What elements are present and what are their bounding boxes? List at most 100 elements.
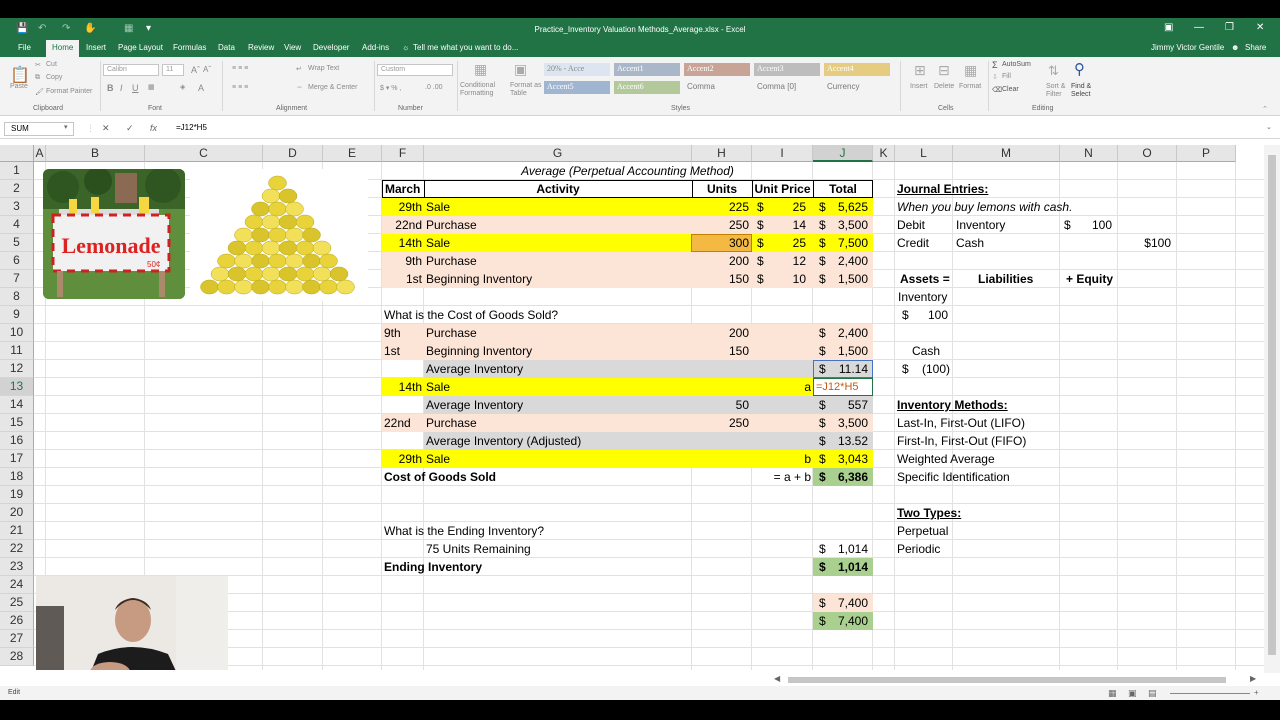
row-header-18[interactable]: 18 bbox=[0, 468, 34, 486]
row-header-10[interactable]: 10 bbox=[0, 324, 34, 342]
row-header-21[interactable]: 21 bbox=[0, 522, 34, 540]
scroll-right-icon[interactable]: ▶ bbox=[1250, 674, 1256, 683]
row-header-11[interactable]: 11 bbox=[0, 342, 34, 360]
column-header-j[interactable]: J bbox=[813, 145, 873, 162]
wrap-text-button[interactable]: Wrap Text bbox=[308, 65, 339, 72]
delete-cells-button[interactable]: Delete bbox=[934, 83, 954, 90]
shrink-font-icon[interactable]: Aˇ bbox=[203, 65, 211, 74]
column-header-c[interactable]: C bbox=[145, 145, 263, 162]
format-as-table-button[interactable]: Format as Table bbox=[510, 82, 542, 98]
delete-cells-icon[interactable]: ⊟ bbox=[938, 62, 950, 79]
column-header-h[interactable]: H bbox=[692, 145, 752, 162]
column-header-f[interactable]: F bbox=[382, 145, 424, 162]
style-20-accent[interactable]: 20% - Acce bbox=[544, 63, 610, 76]
autosum-button[interactable]: AutoSum bbox=[1002, 61, 1031, 68]
tab-insert[interactable]: Insert bbox=[86, 43, 106, 52]
row-header-8[interactable]: 8 bbox=[0, 288, 34, 306]
user-name[interactable]: Jimmy Victor Gentile bbox=[1151, 43, 1224, 52]
row-header-14[interactable]: 14 bbox=[0, 396, 34, 414]
enter-icon[interactable]: ✓ bbox=[126, 123, 134, 134]
sort-filter-button[interactable]: Sort & Filter bbox=[1046, 83, 1068, 99]
column-header-e[interactable]: E bbox=[323, 145, 382, 162]
horizontal-scroll-thumb[interactable] bbox=[788, 677, 1226, 683]
row-header-19[interactable]: 19 bbox=[0, 486, 34, 504]
tab-developer[interactable]: Developer bbox=[313, 43, 349, 52]
style-accent1[interactable]: Accent1 bbox=[614, 63, 680, 76]
tab-formulas[interactable]: Formulas bbox=[173, 43, 206, 52]
tab-data[interactable]: Data bbox=[218, 43, 235, 52]
page-layout-view-icon[interactable]: ▣ bbox=[1128, 688, 1137, 699]
left-align-icon[interactable]: ≡≡≡ bbox=[232, 84, 250, 91]
format-as-table-icon[interactable]: ▣ bbox=[514, 61, 527, 78]
borders-icon[interactable]: ▦ bbox=[148, 83, 155, 91]
row-header-2[interactable]: 2 bbox=[0, 180, 34, 198]
collapse-ribbon-icon[interactable]: ⌃ bbox=[1262, 105, 1268, 113]
row-header-9[interactable]: 9 bbox=[0, 306, 34, 324]
fill-icon[interactable]: ⇩ bbox=[992, 73, 998, 81]
row-header-1[interactable]: 1 bbox=[0, 162, 34, 180]
row-header-24[interactable]: 24 bbox=[0, 576, 34, 594]
row-header-3[interactable]: 3 bbox=[0, 198, 34, 216]
column-header-m[interactable]: M bbox=[953, 145, 1060, 162]
style-accent5[interactable]: Accent5 bbox=[544, 81, 610, 94]
fill-color-icon[interactable]: ◈ bbox=[180, 83, 185, 91]
formula-input[interactable]: =J12*H5 bbox=[176, 123, 207, 132]
cut-button[interactable]: Cut bbox=[46, 61, 57, 68]
format-cells-button[interactable]: Format bbox=[959, 83, 981, 90]
horizontal-scrollbar[interactable]: ◀ ▶ bbox=[770, 674, 1264, 686]
font-size-box[interactable]: 11 bbox=[162, 64, 184, 76]
grow-font-icon[interactable]: Aˆ bbox=[191, 65, 200, 75]
row-header-16[interactable]: 16 bbox=[0, 432, 34, 450]
style-currency[interactable]: Currency bbox=[824, 81, 890, 94]
zoom-slider[interactable] bbox=[1170, 693, 1250, 694]
fill-button[interactable]: Fill bbox=[1002, 73, 1011, 80]
worksheet-grid[interactable]: ABCDEFGHIJKLMNOP 1 2 3 4 5 6 7 8 9 10 11 12 13 14 15 16… bbox=[0, 145, 1264, 670]
underline-button[interactable]: U bbox=[132, 83, 139, 93]
top-align-icon[interactable]: ≡≡≡ bbox=[232, 65, 250, 72]
copy-button[interactable]: Copy bbox=[46, 74, 62, 81]
expand-formula-bar-icon[interactable]: ⌄ bbox=[1266, 123, 1272, 131]
italic-button[interactable]: I bbox=[120, 83, 123, 93]
row-header-22[interactable]: 22 bbox=[0, 540, 34, 558]
row-header-13[interactable]: 13 bbox=[0, 378, 34, 396]
row-header-20[interactable]: 20 bbox=[0, 504, 34, 522]
style-accent3[interactable]: Accent3 bbox=[754, 63, 820, 76]
maximize-icon[interactable]: ❐ bbox=[1225, 22, 1234, 33]
row-header-6[interactable]: 6 bbox=[0, 252, 34, 270]
column-header-l[interactable]: L bbox=[895, 145, 953, 162]
wrap-text-icon[interactable]: ↵ bbox=[296, 65, 302, 73]
style-comma[interactable]: Comma bbox=[684, 81, 750, 94]
style-accent6[interactable]: Accent6 bbox=[614, 81, 680, 94]
close-icon[interactable]: ✕ bbox=[1256, 22, 1264, 33]
cut-icon[interactable]: ✂ bbox=[35, 61, 41, 69]
row-header-28[interactable]: 28 bbox=[0, 648, 34, 666]
tab-home[interactable]: Home bbox=[46, 40, 80, 57]
decimal-icon[interactable]: .0 .00 bbox=[425, 84, 443, 91]
bold-button[interactable]: B bbox=[107, 83, 114, 93]
minimize-icon[interactable]: — bbox=[1194, 22, 1204, 33]
tell-me-box[interactable]: Tell me what you want to do... bbox=[413, 43, 518, 52]
tab-add-ins[interactable]: Add-ins bbox=[362, 43, 389, 52]
format-painter-button[interactable]: Format Painter bbox=[46, 88, 92, 95]
share-icon[interactable]: ☻ bbox=[1231, 43, 1239, 52]
column-header-d[interactable]: D bbox=[263, 145, 323, 162]
accounting-format-icon[interactable]: $ ▾ % , bbox=[380, 84, 401, 92]
vertical-scroll-thumb[interactable] bbox=[1268, 155, 1276, 655]
tab-review[interactable]: Review bbox=[248, 43, 274, 52]
font-name-box[interactable]: Calibri bbox=[103, 64, 159, 76]
lemons-pyramid-image[interactable] bbox=[190, 169, 368, 301]
cancel-icon[interactable]: ✕ bbox=[102, 123, 110, 134]
column-header-g[interactable]: G bbox=[424, 145, 692, 162]
find-select-button[interactable]: Find & Select bbox=[1071, 83, 1101, 99]
scroll-left-icon[interactable]: ◀ bbox=[774, 674, 780, 683]
insert-cells-button[interactable]: Insert bbox=[910, 83, 928, 90]
paste-button[interactable]: Paste bbox=[10, 83, 28, 90]
copy-icon[interactable]: ⧉ bbox=[35, 74, 40, 82]
name-box-dropdown-icon[interactable]: ▾ bbox=[64, 123, 68, 131]
number-format-box[interactable]: Custom bbox=[377, 64, 453, 76]
merge-center-button[interactable]: Merge & Center bbox=[308, 84, 357, 91]
merge-center-icon[interactable]: ⇔ bbox=[296, 84, 303, 91]
row-header-7[interactable]: 7 bbox=[0, 270, 34, 288]
style-accent4[interactable]: Accent4 bbox=[824, 63, 890, 76]
conditional-formatting-icon[interactable]: ▦ bbox=[474, 61, 487, 78]
